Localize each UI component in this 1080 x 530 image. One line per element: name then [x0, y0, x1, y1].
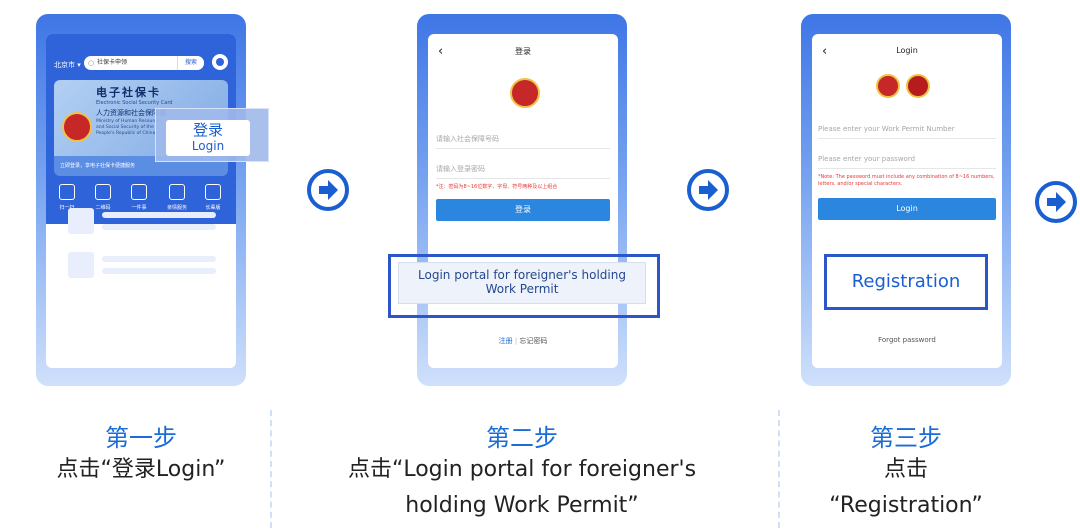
- qrcode-icon: [95, 184, 111, 200]
- arrow-right-circle-icon: [1035, 181, 1077, 223]
- login-button-cn: 登录: [192, 121, 223, 139]
- forgot-password-link[interactable]: 忘记密码: [519, 337, 547, 345]
- card-subtitle: Electronic Social Security Card: [96, 100, 173, 106]
- column-divider: [778, 410, 780, 528]
- login-button[interactable]: 登录 Login: [166, 120, 250, 156]
- step2-caption-line2: holding Work Permit”: [405, 493, 639, 518]
- password-input[interactable]: Please enter your password: [818, 150, 996, 169]
- placeholder-thumb: [68, 208, 94, 234]
- step1-caption: 点击“登录Login”: [56, 457, 226, 482]
- ssn-input[interactable]: 请输入社会保障号码: [436, 130, 610, 149]
- message-icon[interactable]: [212, 54, 228, 70]
- register-link[interactable]: 注册: [499, 337, 513, 345]
- placeholder-line: [102, 256, 216, 262]
- step3-caption-line2: “Registration”: [829, 493, 983, 518]
- action-one-thing[interactable]: 一件事: [122, 184, 156, 211]
- page-title: 登录: [515, 47, 531, 56]
- password-note: *Note: The password must include any com…: [818, 174, 995, 187]
- placeholder-line: [102, 268, 216, 274]
- card-title: 电子社保卡: [96, 86, 161, 99]
- social-security-logo-icon: [876, 74, 900, 98]
- link-separator: |: [514, 337, 518, 345]
- foreigner-login-portal-button[interactable]: Login portal for foreigner's holding Wor…: [398, 262, 646, 304]
- placeholder-thumb: [68, 252, 94, 278]
- login-button-en: Login: [191, 139, 225, 153]
- step2-label: 第二步: [486, 424, 558, 452]
- footer-links: 注册 | 忘记密码: [428, 336, 618, 346]
- arrow-right-circle-icon: [307, 169, 349, 211]
- search-button[interactable]: 搜索: [177, 56, 204, 70]
- family-icon: [169, 184, 185, 200]
- card-login-text: 立即登录，享电子社保卡便捷服务: [60, 163, 136, 169]
- screen-step1: 北京市 ▾ ○ 社保卡申领 搜索 电子社保卡 Electronic Social…: [46, 34, 236, 368]
- forgot-password-link[interactable]: Forgot password: [812, 336, 1002, 344]
- step2-caption-line1: 点击“Login portal for foreigner's: [347, 457, 697, 482]
- screen-step3: ‹ Login Please enter your Work Permit Nu…: [812, 34, 1002, 368]
- action-elder[interactable]: 长辈版: [196, 184, 230, 211]
- arrow-right-circle-icon: [687, 169, 729, 211]
- placeholder-line: [102, 212, 216, 218]
- ministry-seal-icon: [906, 74, 930, 98]
- action-label: 长辈版: [205, 205, 221, 211]
- portal-line2: Work Permit: [485, 282, 559, 296]
- search-placeholder: 社保卡申领: [97, 59, 128, 66]
- elder-icon: [205, 184, 221, 200]
- step3-caption-line1: 点击: [883, 457, 928, 482]
- social-security-logo-icon: [510, 78, 540, 108]
- action-qrcode[interactable]: 二维码: [86, 184, 120, 211]
- password-note: *注：密码为8~16位数字、字母、符号两种及以上组合: [436, 184, 558, 190]
- briefcase-icon: [131, 184, 147, 200]
- national-emblem-icon: [62, 112, 92, 142]
- city-selector[interactable]: 北京市 ▾: [54, 60, 81, 70]
- login-submit-button[interactable]: Login: [818, 198, 996, 220]
- login-submit-button[interactable]: 登录: [436, 199, 610, 221]
- action-scan[interactable]: 扫一扫: [50, 184, 84, 211]
- scan-icon: [59, 184, 75, 200]
- page-title: Login: [896, 46, 918, 55]
- work-permit-input[interactable]: Please enter your Work Permit Number: [818, 120, 996, 139]
- step3-label: 第三步: [870, 424, 942, 452]
- search-input[interactable]: ○ 社保卡申领 搜索: [84, 56, 204, 70]
- action-label: 亲情服务: [166, 205, 187, 211]
- action-label: 一件事: [131, 205, 147, 211]
- portal-line1: Login portal for foreigner's holding: [418, 268, 626, 282]
- placeholder-line: [102, 224, 216, 230]
- password-input[interactable]: 请输入登录密码: [436, 160, 610, 179]
- step1-label: 第一步: [105, 424, 177, 452]
- action-family[interactable]: 亲情服务: [160, 184, 194, 211]
- search-icon: ○: [88, 59, 95, 67]
- registration-button[interactable]: Registration: [827, 257, 985, 307]
